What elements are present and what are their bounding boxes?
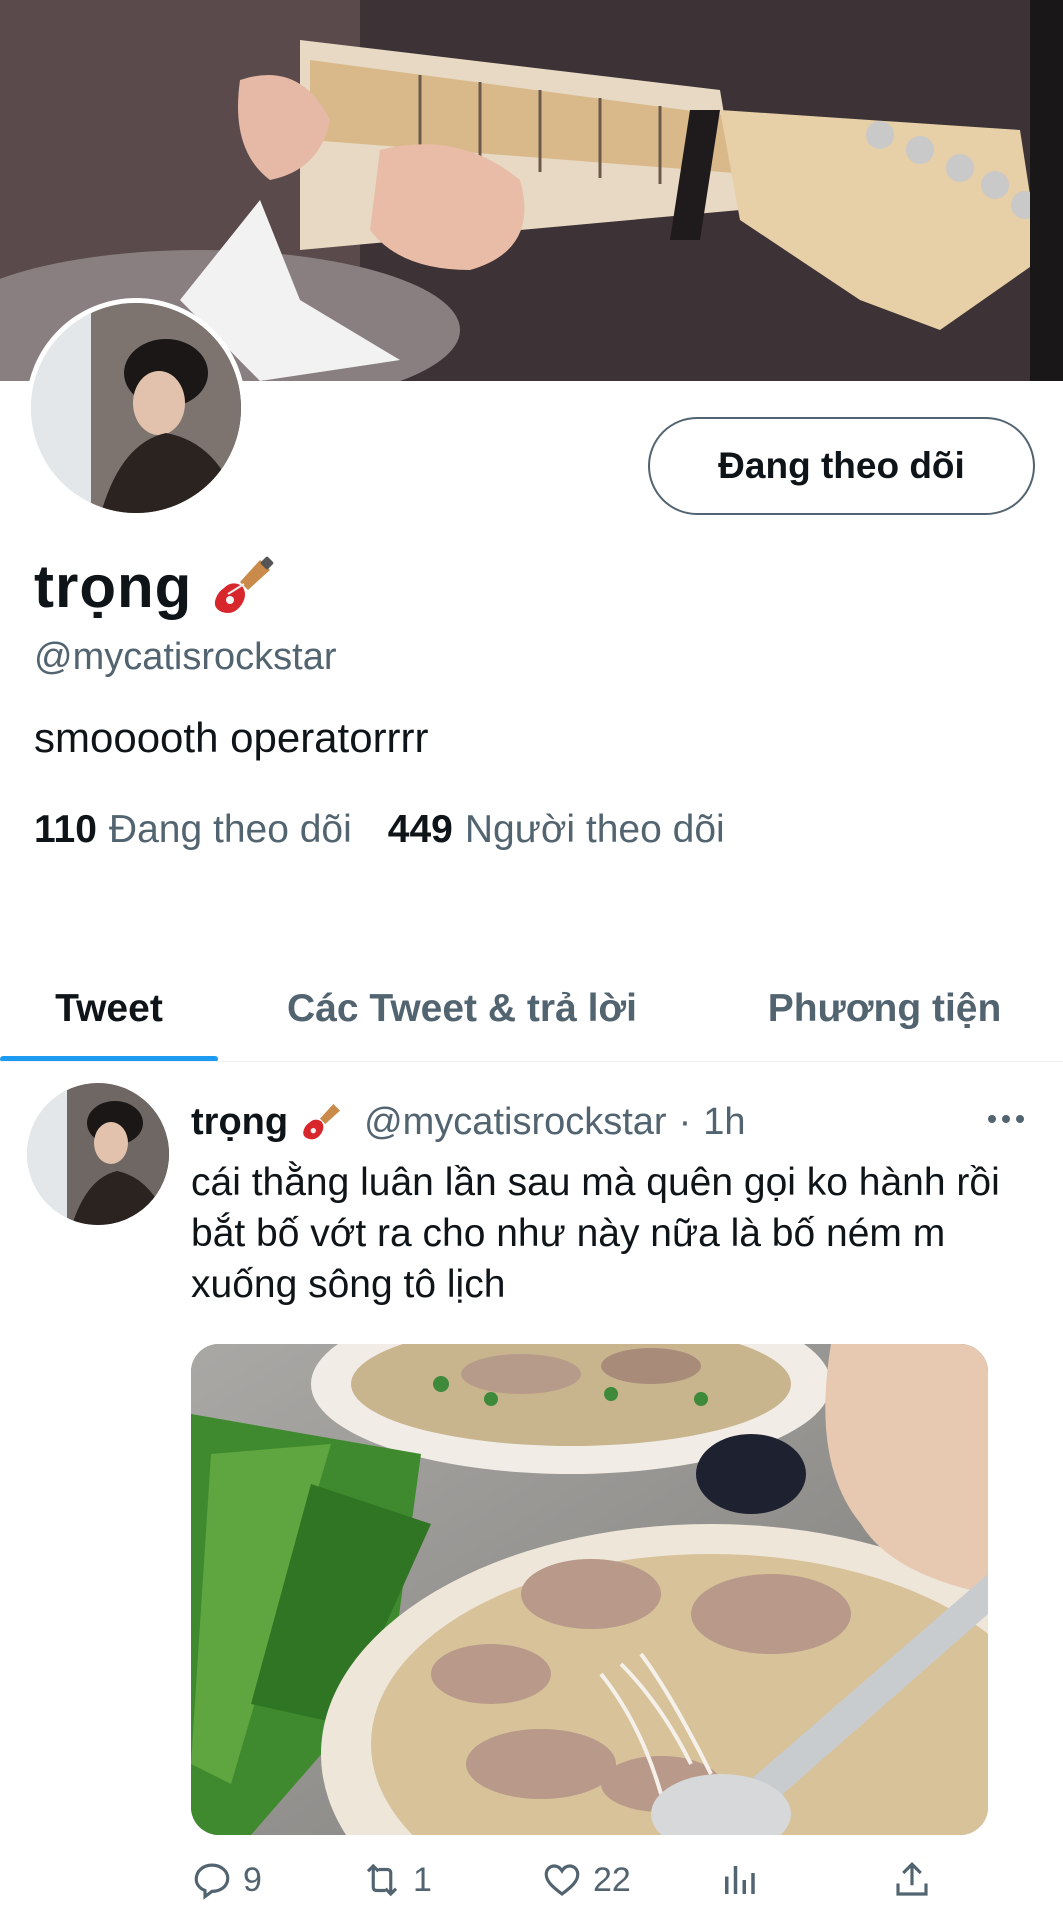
tabs-divider (0, 1061, 1063, 1062)
electric-guitar-icon (300, 1100, 344, 1144)
like-count: 22 (593, 1860, 631, 1899)
reply-count: 9 (243, 1860, 262, 1899)
following-button[interactable]: Đang theo dõi (648, 417, 1035, 515)
analytics-icon (725, 1866, 755, 1894)
profile-stats: 110 Đang theo dõi 449 Người theo dõi (34, 808, 725, 852)
profile-tabs: Tweet Các Tweet & trả lời Phương tiện (0, 956, 1063, 1062)
tweet-text: cái thằng luân lần sau mà quên gọi ko hà… (191, 1161, 1000, 1306)
followers-label: Người theo dõi (464, 808, 725, 851)
like-action[interactable]: 22 (541, 1859, 631, 1901)
share-action[interactable] (891, 1859, 933, 1901)
tweet-header: trọng @mycatisrockstar · 1h (191, 1100, 746, 1144)
retweet-count: 1 (413, 1860, 432, 1899)
tab-tweets[interactable]: Tweet (0, 956, 218, 1062)
heart-icon (544, 1864, 580, 1896)
tweet-author-handle[interactable]: @mycatisrockstar (364, 1101, 667, 1144)
tweet-actions: 9 1 22 (191, 1855, 1021, 1905)
tweet-author-avatar[interactable] (27, 1083, 169, 1225)
display-name-text: trọng (34, 553, 193, 620)
tweet-timestamp[interactable]: 1h (703, 1101, 745, 1144)
retweet-icon (366, 1863, 398, 1897)
more-horizontal-icon[interactable] (986, 1104, 1026, 1134)
tab-tweets-and-replies[interactable]: Các Tweet & trả lời (218, 956, 706, 1062)
followers-count: 449 (387, 808, 453, 851)
profile-bio: smooooth operatorrrr (34, 714, 429, 761)
following-count: 110 (34, 808, 97, 851)
share-icon (896, 1862, 928, 1896)
avatar-photo (31, 303, 241, 513)
tweet-media-photo[interactable] (191, 1344, 988, 1835)
reply-action[interactable]: 9 (191, 1859, 262, 1901)
tweet-separator: · (678, 1100, 692, 1143)
profile-handle: @mycatisrockstar (34, 636, 337, 678)
pho-bowl-photo (191, 1344, 988, 1835)
following-stat[interactable]: 110 Đang theo dõi (34, 808, 352, 852)
profile-avatar[interactable] (26, 298, 246, 518)
profile-display-name: trọng (34, 552, 276, 621)
analytics-action[interactable] (718, 1859, 760, 1901)
retweet-action[interactable]: 1 (361, 1859, 432, 1901)
reply-icon (194, 1863, 230, 1900)
tab-media[interactable]: Phương tiện (706, 956, 1063, 1062)
tweet-author-name[interactable]: trọng (191, 1101, 288, 1144)
followers-stat[interactable]: 449 Người theo dõi (388, 808, 725, 852)
following-label: Đang theo dõi (108, 808, 352, 851)
electric-guitar-icon (210, 554, 276, 620)
